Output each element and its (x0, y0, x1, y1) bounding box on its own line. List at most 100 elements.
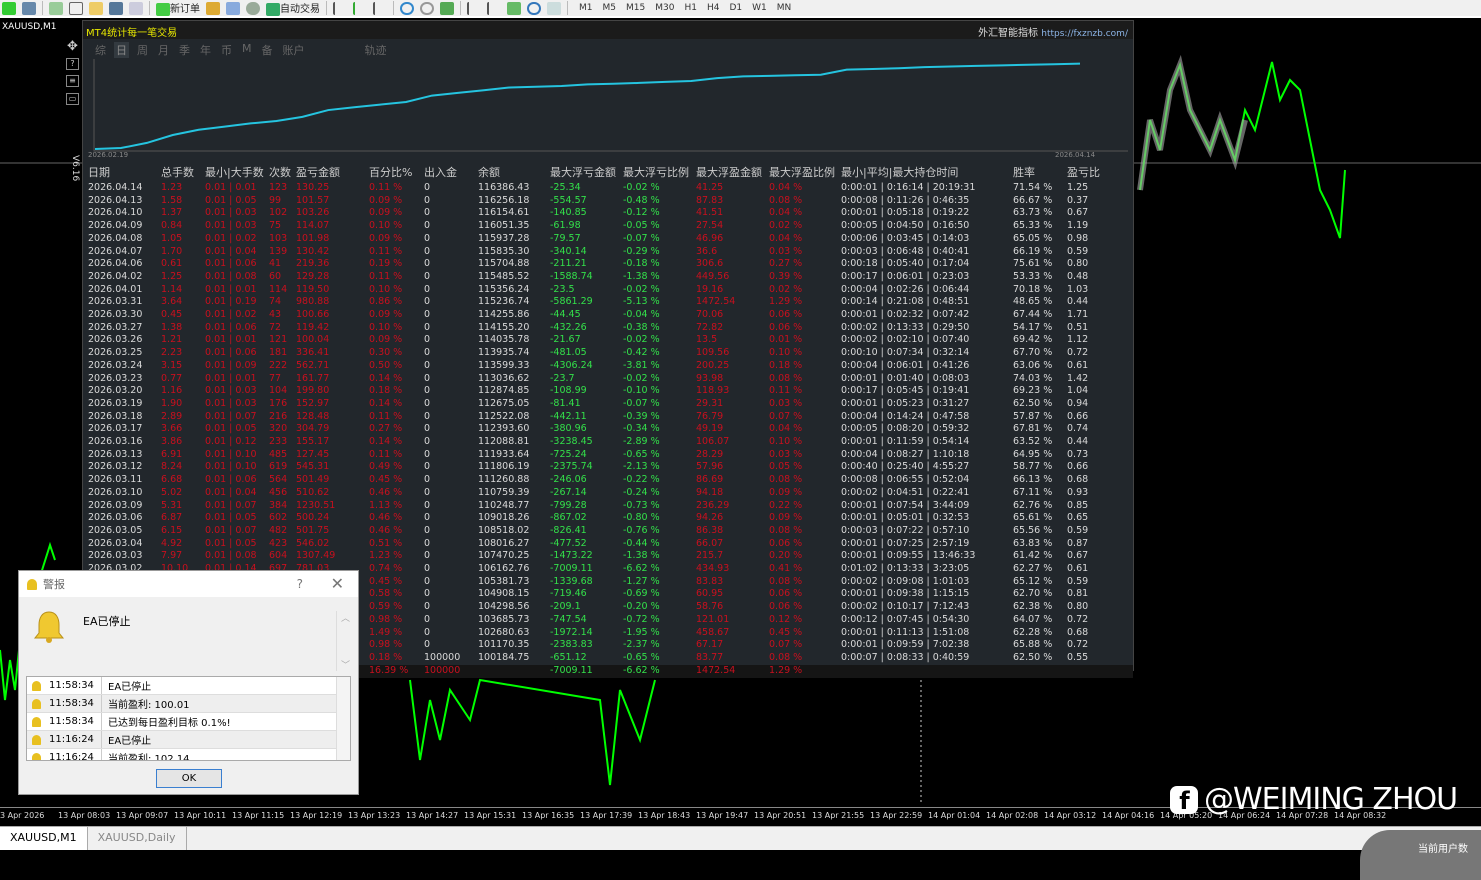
timeframe-m5[interactable]: M5 (598, 3, 622, 13)
timeframe-h4[interactable]: H4 (702, 3, 725, 13)
cell-trade-count: 176 (269, 397, 288, 409)
ok-button[interactable]: OK (156, 769, 222, 788)
cell-win-rate: 66.67 % (1013, 194, 1053, 206)
cell-total-lots: 5.02 (161, 486, 183, 498)
tab-4[interactable]: 季 (177, 42, 192, 58)
cell-min-max-lots: 0.01 | 0.19 (205, 296, 257, 308)
cell-balance: 113036.62 (478, 372, 530, 384)
cell-deposit: 0 (424, 334, 431, 346)
cell-win-rate: 75.61 % (1013, 258, 1053, 270)
tab-1[interactable]: 日 (114, 42, 129, 58)
tester-icon[interactable] (129, 1, 143, 15)
alert-titlebar: 警报 (19, 571, 358, 597)
signals-icon[interactable] (226, 1, 240, 15)
tab-0[interactable]: 综 (93, 42, 108, 58)
tab-5[interactable]: 年 (198, 42, 213, 58)
brand-link[interactable]: 外汇智能指标 https://fxznzb.com/ (978, 24, 1128, 39)
table-row: 2026.03.04 4.92 0.01 | 0.05 423 546.02 0.51 %… (83, 538, 1133, 551)
alert-list-item[interactable]: 11:16:24 EA已停止 (27, 731, 350, 749)
periods-icon[interactable] (527, 1, 541, 15)
tile-windows-icon[interactable] (440, 1, 454, 15)
cell-max-float-profit: 87.83 (696, 194, 724, 206)
timeframe-h1[interactable]: H1 (679, 3, 702, 13)
cell-float-profit-pct: 0.08 % (769, 372, 803, 384)
alert-list-item[interactable]: 11:58:34 当前盈利: 100.01 (27, 695, 350, 713)
tab-7[interactable]: M (240, 42, 254, 58)
timeframe-m15[interactable]: M15 (621, 3, 650, 13)
cell-max-float-profit: 94.26 (696, 512, 724, 524)
new-chart-icon[interactable] (2, 1, 16, 15)
close-button[interactable]: ✕ (331, 574, 344, 593)
tab-2[interactable]: 周 (135, 42, 150, 58)
timeframe-d1[interactable]: D1 (724, 3, 747, 13)
market-icon[interactable] (246, 1, 260, 15)
cell-date: 2026.03.18 (88, 410, 143, 422)
window-tab-1[interactable]: XAUUSD,Daily (88, 827, 187, 850)
timeframe-m30[interactable]: M30 (650, 3, 679, 13)
cell-max-float-profit: 58.76 (696, 601, 724, 613)
cell-total-lots: 0.84 (161, 220, 183, 232)
users-badge: 当前用户数 (1360, 830, 1481, 880)
cell-trade-count: 216 (269, 410, 288, 422)
table-row: 2026.03.13 6.91 0.01 | 0.10 485 127.45 0.11 %… (83, 449, 1133, 462)
chart-shift-icon[interactable] (467, 1, 481, 15)
help-button[interactable]: ? (297, 577, 303, 591)
brand-name: 外汇智能指标 (978, 28, 1039, 39)
indicators-icon[interactable] (507, 1, 521, 15)
tab-8[interactable]: 备 (260, 42, 275, 58)
zoom-out-icon[interactable] (420, 1, 434, 15)
line-chart-icon[interactable] (373, 1, 387, 15)
navigator-icon[interactable] (89, 1, 103, 15)
alert-list-item[interactable]: 11:58:34 已达到每日盈利目标 0.1%! (27, 713, 350, 731)
timeframe-w1[interactable]: W1 (747, 3, 772, 13)
window-icon[interactable]: ▭ (66, 93, 79, 105)
cell-max-drawdown: -747.54 (550, 613, 587, 625)
new-order-button[interactable]: 新订单 (156, 0, 200, 16)
cell-min-max-lots: 0.01 | 0.02 (205, 309, 257, 320)
cell-profit-ratio: 0.98 (1067, 232, 1089, 244)
auto-trading-button[interactable]: 自动交易 (266, 0, 320, 16)
alert-list-item[interactable]: 11:16:24 当前盈利: 102.14 (27, 749, 350, 760)
cell-max-float-profit: 306.6 (696, 258, 724, 270)
brand-url[interactable]: https://fxznzb.com/ (1041, 29, 1128, 39)
cell-balance: 108518.02 (478, 524, 530, 536)
cell-win-rate: 65.56 % (1013, 524, 1053, 536)
market-watch-icon[interactable] (49, 1, 63, 15)
help-icon[interactable]: ? (66, 58, 79, 70)
time-tick: 13 Apr 13:23 (348, 811, 401, 820)
cell-deposit: 0 (424, 385, 431, 397)
timeframe-m1[interactable]: M1 (574, 3, 598, 13)
move-icon[interactable]: ✥ (66, 40, 79, 54)
zoom-in-icon[interactable] (400, 1, 414, 15)
message-scrollbar[interactable]: ︿ ﹀ (335, 611, 350, 671)
cell-percent: 0.49 % (369, 461, 403, 473)
tab-3[interactable]: 月 (156, 42, 171, 58)
alert-list-item[interactable]: 11:58:34 EA已停止 (27, 677, 350, 695)
tab-10[interactable]: 轨迹 (363, 42, 389, 58)
list-scrollbar[interactable] (336, 677, 350, 760)
tab-6[interactable]: 币 (219, 42, 234, 58)
timeframe-mn[interactable]: MN (772, 3, 797, 13)
profiles-icon[interactable] (22, 1, 36, 15)
bar-chart-icon[interactable] (333, 1, 347, 15)
candlestick-icon[interactable] (353, 1, 367, 15)
autoscroll-icon[interactable] (487, 1, 501, 15)
cell-max-drawdown: -25.34 (550, 182, 581, 193)
cell-date: 2026.03.10 (88, 486, 143, 498)
cell-float-profit-pct: 0.08 % (769, 524, 803, 536)
cell-pnl: 219.36 (296, 258, 330, 270)
cell-percent: 0.09 % (369, 309, 403, 320)
cell-hold-times: 0:00:01 | 0:11:13 | 1:51:08 (841, 626, 970, 638)
terminal-icon[interactable] (109, 1, 123, 15)
cell-max-drawdown: -7009.11 (550, 563, 593, 574)
cell-percent: 0.50 % (369, 359, 403, 371)
window-tab-0[interactable]: XAUUSD,M1 (0, 827, 88, 850)
cell-drawdown-pct: -0.24 % (623, 486, 660, 498)
crosshair-icon[interactable] (69, 1, 83, 15)
settings-icon[interactable]: ≡ (66, 75, 79, 87)
cell-trade-count: 423 (269, 537, 288, 549)
time-tick: 14 Apr 03:12 (1044, 811, 1097, 820)
templates-icon[interactable] (547, 1, 561, 15)
metaeditor-icon[interactable] (206, 1, 220, 15)
tab-9[interactable]: 账户 (281, 42, 307, 58)
